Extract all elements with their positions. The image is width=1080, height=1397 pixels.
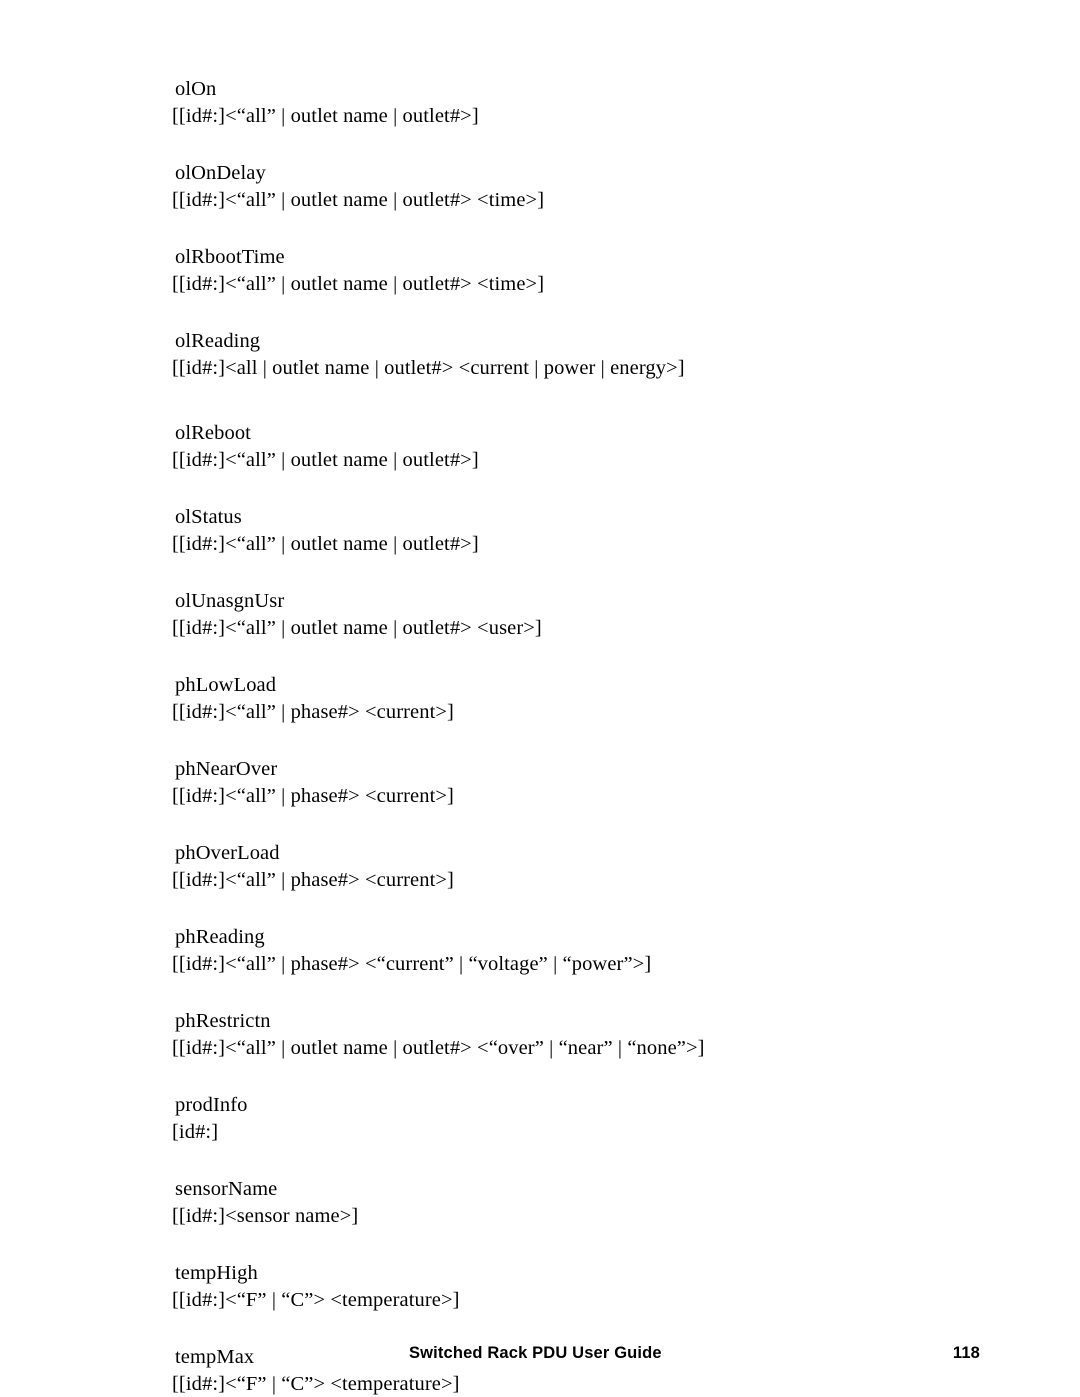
command-syntax: [id#:]: [172, 1121, 219, 1143]
command-syntax: [[id#:]<“all” | phase#> <current>]: [172, 785, 454, 807]
command-entry: phNearOver [[id#:]<“all” | phase#> <curr…: [172, 756, 972, 810]
command-syntax: [[id#:]<“all” | outlet name | outlet#>]: [172, 449, 479, 471]
command-name: phNearOver: [175, 758, 278, 780]
command-syntax: [[id#:]<“all” | phase#> <current>]: [172, 701, 454, 723]
command-entry: olReboot [[id#:]<“all” | outlet name | o…: [172, 420, 972, 474]
command-entry: prodInfo [id#:]: [172, 1092, 972, 1146]
command-name: olReading: [175, 330, 261, 352]
command-syntax: [[id#:]<“all” | outlet name | outlet#> <…: [172, 189, 545, 211]
command-name: olReboot: [175, 422, 251, 444]
command-name: olOnDelay: [175, 162, 266, 184]
command-entry: olOn [[id#:]<“all” | outlet name | outle…: [172, 76, 972, 130]
command-entry: olRbootTime [[id#:]<“all” | outlet name …: [172, 244, 972, 298]
footer-title: Switched Rack PDU User Guide: [409, 1344, 662, 1362]
command-entry: olOnDelay [[id#:]<“all” | outlet name | …: [172, 160, 972, 214]
command-name: phOverLoad: [175, 842, 280, 864]
command-syntax: [[id#:]<“all” | outlet name | outlet#> <…: [172, 1037, 705, 1059]
page-footer: Switched Rack PDU User Guide 118: [172, 1344, 1012, 1370]
command-name: olUnasgnUsr: [175, 590, 285, 612]
document-page: olOn [[id#:]<“all” | outlet name | outle…: [0, 0, 1080, 1397]
command-name: olRbootTime: [175, 246, 285, 268]
command-name: tempHigh: [175, 1262, 258, 1284]
command-entry: sensorName [[id#:]<sensor name>]: [172, 1176, 972, 1230]
command-entry: phLowLoad [[id#:]<“all” | phase#> <curre…: [172, 672, 972, 726]
command-name: phRestrictn: [175, 1010, 271, 1032]
command-syntax: [[id#:]<“all” | phase#> <“current” | “vo…: [172, 953, 652, 975]
command-entry: phReading [[id#:]<“all” | phase#> <“curr…: [172, 924, 972, 978]
command-name: sensorName: [175, 1178, 278, 1200]
command-syntax: [[id#:]<all | outlet name | outlet#> <cu…: [172, 357, 685, 379]
command-reference-list: olOn [[id#:]<“all” | outlet name | outle…: [172, 76, 972, 1397]
command-name: phReading: [175, 926, 265, 948]
command-entry: phRestrictn [[id#:]<“all” | outlet name …: [172, 1008, 972, 1062]
command-entry: phOverLoad [[id#:]<“all” | phase#> <curr…: [172, 840, 972, 894]
command-entry: olStatus [[id#:]<“all” | outlet name | o…: [172, 504, 972, 558]
command-syntax: [[id#:]<sensor name>]: [172, 1205, 359, 1227]
command-name: olOn: [175, 78, 217, 100]
command-name: olStatus: [175, 506, 242, 528]
command-syntax: [[id#:]<“F” | “C”> <temperature>]: [172, 1373, 460, 1395]
command-syntax: [[id#:]<“all” | phase#> <current>]: [172, 869, 454, 891]
command-entry: olUnasgnUsr [[id#:]<“all” | outlet name …: [172, 588, 972, 642]
command-syntax: [[id#:]<“all” | outlet name | outlet#>]: [172, 533, 479, 555]
command-syntax: [[id#:]<“all” | outlet name | outlet#> <…: [172, 617, 542, 639]
command-syntax: [[id#:]<“F” | “C”> <temperature>]: [172, 1289, 460, 1311]
command-name: phLowLoad: [175, 674, 277, 696]
footer-page-number: 118: [952, 1344, 980, 1362]
command-syntax: [[id#:]<“all” | outlet name | outlet#>]: [172, 105, 479, 127]
command-name: prodInfo: [175, 1094, 248, 1116]
command-entry: olReading [[id#:]<all | outlet name | ou…: [172, 328, 972, 382]
command-syntax: [[id#:]<“all” | outlet name | outlet#> <…: [172, 273, 545, 295]
command-entry: tempHigh [[id#:]<“F” | “C”> <temperature…: [172, 1260, 972, 1314]
